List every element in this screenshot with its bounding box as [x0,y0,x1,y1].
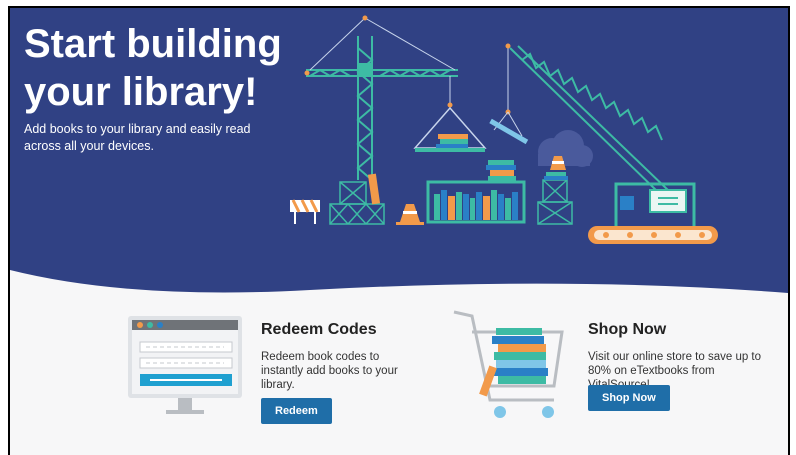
shopping-cart-books-icon [453,310,564,418]
hanging-books-icon [413,106,487,152]
crawler-crane-icon [507,45,671,195]
hero-banner: Start building your library! Add books t… [10,8,788,308]
computer-monitor-icon [128,316,242,414]
shop-now-button[interactable]: Shop Now [588,385,670,411]
hanging-plank-icon [489,111,529,145]
redeem-codes-title: Redeem Codes [261,321,377,338]
traffic-cone-icon [396,204,424,225]
barricade-icon [290,199,320,224]
library-landing-page: Start building your library! Add books t… [8,6,790,455]
crate-stack-icon [537,179,573,225]
crane-cab-icon [614,182,696,230]
redeem-codes-description: Redeem book codes to instantly add books… [261,351,398,391]
crane-cabin [359,63,371,75]
tower-crane-icon [306,17,458,181]
redeem-button[interactable]: Redeem [261,398,332,424]
cloud-icon [538,130,593,167]
shop-now-title: Shop Now [588,321,667,338]
construction-illustration [290,15,718,244]
crane-track-icon [588,226,718,244]
bookshelf-icon [426,160,526,224]
